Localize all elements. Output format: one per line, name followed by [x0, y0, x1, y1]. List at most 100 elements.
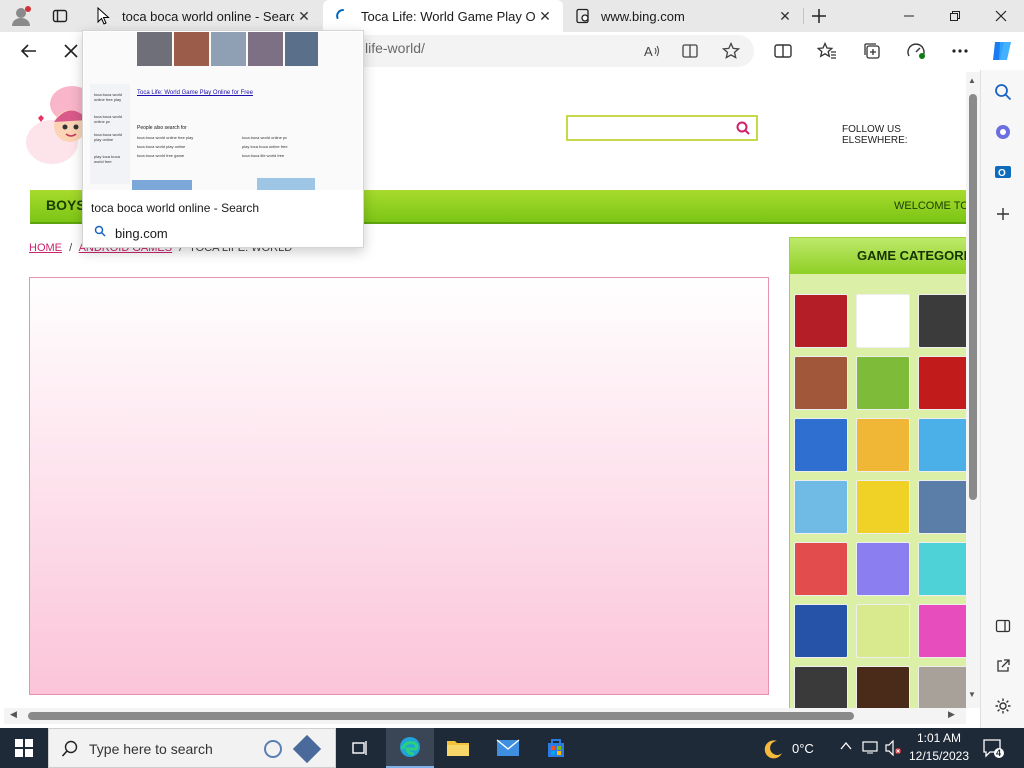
category-tile-fall-guys[interactable] [856, 542, 910, 596]
split-screen-icon[interactable] [768, 36, 798, 66]
clock-date[interactable]: 12/15/2023 [908, 749, 970, 763]
split-view-icon[interactable] [676, 36, 706, 66]
clock-time[interactable]: 1:01 AM [908, 731, 970, 745]
preview-related-item: toca boca life world free [242, 153, 285, 158]
store-icon[interactable] [532, 728, 580, 768]
settings-gear-icon[interactable] [993, 696, 1013, 716]
vertical-scrollbar-thumb[interactable] [969, 94, 977, 500]
weather-temp[interactable]: 0°C [792, 741, 814, 756]
weather-moon-icon[interactable] [762, 738, 784, 765]
preview-result-link: Toca Life: World Game Play Online for Fr… [137, 90, 253, 96]
close-tab-icon[interactable]: ✕ [535, 6, 555, 26]
back-icon[interactable] [14, 36, 44, 66]
follow-label: FOLLOW US ELSEWHERE: [842, 124, 908, 146]
category-tile-brawl-stars[interactable] [794, 418, 848, 472]
search-icon[interactable] [736, 121, 750, 135]
outlook-icon[interactable]: O [993, 162, 1013, 182]
categories-title: GAME CATEGORIE [790, 238, 966, 274]
tab-title: www.bing.com [601, 8, 685, 24]
tab-hover-preview[interactable]: Toca Life: World Game Play Online for Fr… [82, 30, 364, 248]
search-icon [94, 225, 106, 237]
category-tile-basketball[interactable] [794, 604, 848, 658]
category-tile-clown-ball[interactable] [794, 542, 848, 596]
notification-count: 4 [996, 748, 1002, 758]
tab-title: toca boca world online - Search [122, 8, 294, 24]
add-icon[interactable] [993, 204, 1013, 224]
game-frame[interactable] [29, 277, 769, 695]
category-tile-knight-hero[interactable] [856, 418, 910, 472]
profile-icon[interactable] [6, 1, 36, 31]
task-view-icon[interactable] [336, 728, 384, 768]
tab-toca-life[interactable]: Toca Life: World Game Play Onlin ✕ [323, 0, 563, 32]
category-tile-roblox[interactable] [856, 294, 910, 348]
close-window-icon[interactable] [978, 0, 1024, 32]
start-windows-icon[interactable] [0, 728, 48, 768]
site-search-input[interactable] [566, 115, 758, 141]
category-tile-minecraft-pickaxe[interactable] [856, 356, 910, 410]
preview-people-also: People also search for [137, 125, 187, 131]
breadcrumb-separator: / [69, 242, 73, 254]
tray-chevron-up-icon[interactable] [840, 740, 852, 754]
category-tile-fnaf-freddy[interactable] [856, 666, 910, 710]
favorites-icon[interactable] [812, 36, 842, 66]
category-tile-hill-climb[interactable] [794, 480, 848, 534]
category-tile-pubg[interactable] [918, 480, 966, 534]
performance-icon[interactable] [901, 36, 931, 66]
category-tile-gta-v[interactable] [918, 294, 966, 348]
preview-title: toca boca world online - Search [91, 201, 260, 215]
collections-icon[interactable] [857, 36, 887, 66]
notifications-icon[interactable]: 4 [982, 738, 1004, 763]
category-tile-anime-girl[interactable] [918, 542, 966, 596]
edge-taskbar-icon[interactable] [386, 728, 434, 768]
favorite-star-icon[interactable] [716, 36, 746, 66]
search-icon [61, 740, 78, 757]
preview-side-item: toca boca world online pc [94, 114, 123, 124]
close-tab-icon[interactable]: ✕ [294, 6, 314, 26]
category-tile-io-games[interactable] [794, 294, 848, 348]
more-options-icon[interactable] [945, 36, 975, 66]
scroll-up-arrow-icon[interactable]: ▲ [968, 76, 976, 85]
nav-item-boys[interactable]: BOYS [46, 197, 86, 213]
file-explorer-icon[interactable] [434, 728, 482, 768]
mail-icon[interactable] [484, 728, 532, 768]
copilot-icon[interactable] [987, 36, 1017, 66]
svg-text:A: A [644, 44, 653, 59]
sidebar-toggle-icon[interactable] [993, 616, 1013, 636]
preview-thumbnail: Toca Life: World Game Play Online for Fr… [84, 32, 362, 190]
close-tab-icon[interactable]: ✕ [775, 6, 795, 26]
restore-icon[interactable] [932, 0, 978, 32]
workspaces-icon[interactable] [45, 1, 75, 31]
network-icon[interactable] [862, 740, 878, 759]
address-bar-url: life-world/ [365, 40, 425, 56]
taskbar: Type here to search 0°C 1:01 AM 12/15/20… [0, 728, 1024, 768]
horizontal-scrollbar-thumb[interactable] [28, 712, 854, 720]
category-tile-friday-night-funkin[interactable] [918, 418, 966, 472]
category-tile-among-us[interactable] [856, 480, 910, 534]
open-external-icon[interactable] [993, 656, 1013, 676]
scroll-right-arrow-icon[interactable]: ▶ [948, 709, 955, 720]
preview-related-item: toca boca world free game [137, 153, 185, 158]
search-icon[interactable] [993, 82, 1013, 102]
new-tab-icon[interactable] [804, 1, 834, 31]
welcome-text: WELCOME TO G [894, 200, 966, 212]
category-tile-gmod[interactable] [794, 666, 848, 710]
read-aloud-icon[interactable]: A [637, 36, 667, 66]
svg-text:O: O [998, 168, 1006, 179]
category-tile-granny[interactable] [918, 666, 966, 710]
tab-bing-search[interactable]: toca boca world online - Search ✕ [84, 0, 322, 32]
scroll-left-arrow-icon[interactable]: ◀ [10, 709, 17, 720]
game-categories-panel: GAME CATEGORIE [789, 237, 966, 710]
category-tile-baldi[interactable] [856, 604, 910, 658]
category-tile-hello-neighbor[interactable] [794, 356, 848, 410]
minimize-icon[interactable] [886, 0, 932, 32]
cursor-icon [96, 7, 112, 25]
tab-bing[interactable]: www.bing.com ✕ [563, 0, 803, 32]
shopping-icon[interactable] [993, 122, 1013, 142]
scroll-down-arrow-icon[interactable]: ▼ [968, 690, 976, 699]
category-tile-biohazard[interactable] [918, 356, 966, 410]
preview-related-item: toca boca world online free play [137, 135, 194, 140]
taskbar-search-box[interactable]: Type here to search [48, 728, 336, 768]
category-tile-candy-match[interactable] [918, 604, 966, 658]
volume-muted-icon[interactable] [884, 739, 902, 761]
breadcrumb-home-link[interactable]: HOME [29, 242, 62, 254]
